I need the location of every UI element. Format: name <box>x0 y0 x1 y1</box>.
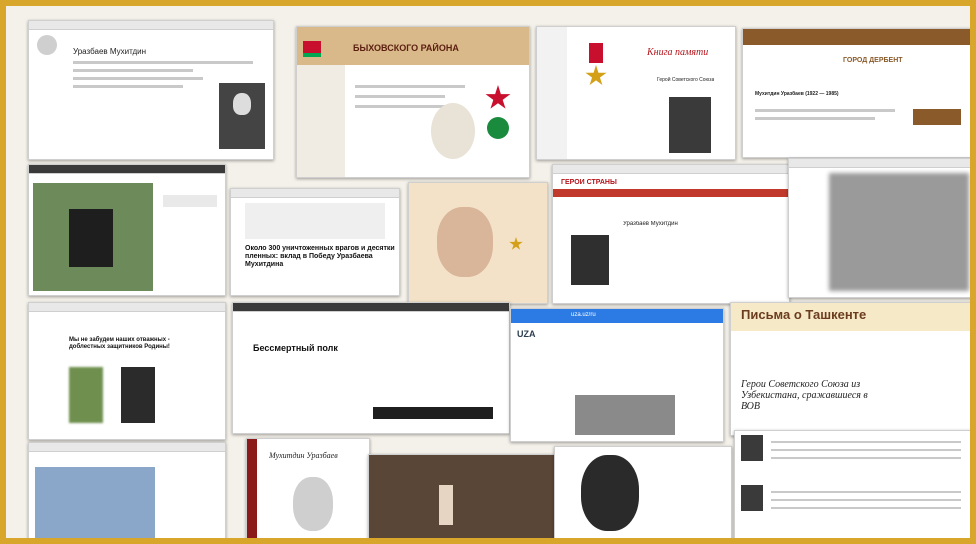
site-header <box>743 29 970 45</box>
screenshot-memorial-page: Мы не забудем наших отважных - доблестны… <box>28 302 226 440</box>
screenshot-portrait-painting <box>408 182 548 304</box>
browser-tab-bar <box>29 303 225 312</box>
portrait-photo <box>741 435 763 461</box>
caption: Герой Советского Союза <box>657 77 715 83</box>
blurred-portrait <box>829 173 969 291</box>
browser-tab-bar <box>789 159 970 168</box>
screenshot-geroi-strany: ГЕРОИ СТРАНЫ Уразбаев Мухитдин <box>552 164 790 304</box>
person <box>439 485 453 525</box>
face <box>581 455 639 531</box>
ribbon-icon <box>589 43 603 63</box>
portrait-photo <box>669 97 711 153</box>
face <box>437 207 493 277</box>
banner-text: БЫХОВСКОГО РАЙОНА <box>353 43 459 53</box>
flag-icon <box>303 41 321 57</box>
site-logo: ГЕРОИ СТРАНЫ <box>561 179 617 186</box>
site-title: Письма о Ташкенте <box>741 307 867 322</box>
portrait-photo <box>741 485 763 511</box>
text-line <box>73 77 203 80</box>
screenshot-text-page <box>734 430 970 538</box>
screenshot-drawn-portrait <box>554 446 732 538</box>
caption: Мухитдин Уразбаев <box>269 451 338 460</box>
screenshot-drawing: Мухитдин Уразбаев <box>246 438 370 538</box>
browser-tab-bar <box>29 165 225 174</box>
screenshot-wikipedia: Уразбаев Мухитдин <box>28 20 274 160</box>
video-frame <box>369 455 555 538</box>
browser-tab-bar <box>29 21 273 30</box>
screenshot-video <box>368 454 556 538</box>
face <box>293 477 333 531</box>
browser-tab-bar <box>233 303 509 312</box>
article-title: Около 300 уничтоженных врагов и десятки … <box>245 245 395 268</box>
photo <box>69 367 103 423</box>
side-menu <box>297 65 345 177</box>
browser-address-bar <box>511 309 723 323</box>
face <box>233 93 251 115</box>
cookie-banner <box>373 407 493 419</box>
screenshot-article-300: Около 300 уничтоженных врагов и десятки … <box>230 188 400 296</box>
site-logo: ГОРОД ДЕРБЕНТ <box>843 57 903 64</box>
text-line <box>73 61 253 64</box>
screenshot-blurred-photo <box>788 158 970 298</box>
gold-star-icon <box>585 65 607 86</box>
browser-tab-bar <box>553 165 789 174</box>
photo <box>575 395 675 435</box>
text-line <box>73 85 183 88</box>
page-title: Книга памяти <box>647 47 709 58</box>
page-title: Уразбаев Мухитдин <box>73 47 147 56</box>
page-title: Бессмертный полк <box>253 343 338 353</box>
screenshot-memorial <box>28 164 226 296</box>
screenshot-uza: uza.uz/ru UZA <box>510 308 724 442</box>
portrait-photo <box>431 103 475 159</box>
article-title: Мы не забудем наших отважных - доблестны… <box>69 337 170 350</box>
star-icon <box>485 85 511 109</box>
text-line <box>73 69 193 72</box>
screenshot-kniga-pamyati: Книга памяти Герой Советского Союза <box>536 26 736 160</box>
menu-block <box>163 195 217 207</box>
site-logo: UZA <box>517 329 536 339</box>
side-menu <box>537 27 567 159</box>
group-photo <box>35 467 155 538</box>
collage-frame: Уразбаев Мухитдин БЫХОВСКОГО РАЙОНА Книг… <box>0 0 976 544</box>
badge-icon <box>487 117 509 139</box>
screenshot-derbent: ГОРОД ДЕРБЕНТ Мухитдин Уразбаев (1922 — … <box>742 28 970 158</box>
browser-tab-bar <box>29 443 225 452</box>
nav-bar <box>553 189 789 197</box>
image-block <box>913 109 961 125</box>
wikipedia-logo <box>37 35 57 55</box>
gravestone <box>69 209 113 267</box>
screenshot-bessmertny-polk: Бессмертный полк <box>232 302 510 434</box>
hero-name: Уразбаев Мухитдин <box>623 221 678 227</box>
article-title: Герои Советского Союза из Узбекистана, с… <box>741 379 868 412</box>
screenshot-pisma-o-tashkente: Письма о Ташкенте Герои Советского Союза… <box>730 302 970 436</box>
article-title: Мухитдин Уразбаев (1922 — 1985) <box>755 91 839 97</box>
browser-tab-bar <box>231 189 399 198</box>
photo <box>121 367 155 423</box>
image-placeholder <box>245 203 385 239</box>
side-strip <box>247 439 257 538</box>
screenshot-bykhov-site: БЫХОВСКОГО РАЙОНА <box>296 26 530 178</box>
screenshot-group-photo <box>28 442 226 538</box>
portrait-photo <box>571 235 609 285</box>
url-text: uza.uz/ru <box>571 312 596 318</box>
